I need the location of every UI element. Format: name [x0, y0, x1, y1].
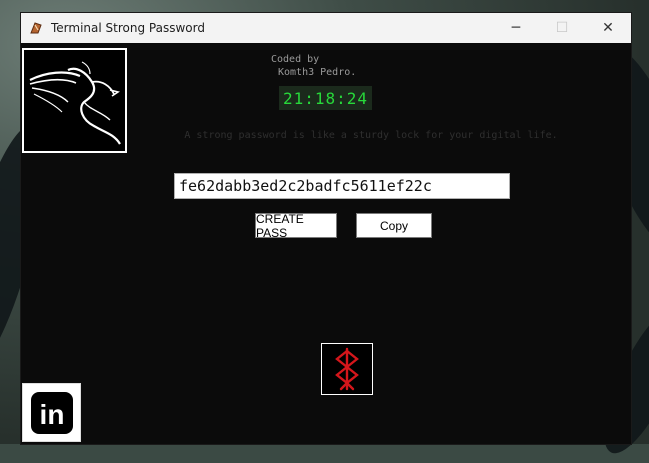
password-field[interactable]	[174, 173, 510, 199]
credits-line-2: Komth3 Pedro.	[278, 67, 357, 78]
brand-of-sacrifice-icon	[321, 343, 373, 395]
app-content: Coded by Komth3 Pedro. 21:18:24 A strong…	[21, 43, 631, 444]
app-icon	[29, 21, 43, 35]
minimize-button[interactable]: ─	[493, 13, 539, 43]
copy-button[interactable]: Copy	[356, 213, 432, 238]
credits: Coded by Komth3 Pedro.	[271, 53, 371, 79]
tagline: A strong password is like a sturdy lock …	[184, 130, 558, 141]
window-title: Terminal Strong Password	[51, 21, 205, 35]
window-controls: ─ ☐ ✕	[493, 13, 631, 43]
title-bar[interactable]: Terminal Strong Password ─ ☐ ✕	[21, 13, 631, 43]
app-window: Terminal Strong Password ─ ☐ ✕ Coded by …	[21, 13, 631, 444]
create-pass-button[interactable]: CREATE PASS	[255, 212, 337, 240]
close-button[interactable]: ✕	[585, 13, 631, 43]
linkedin-text: in	[39, 399, 64, 430]
linkedin-icon[interactable]: in	[22, 383, 81, 442]
clock-display: 21:18:24	[279, 86, 372, 110]
credits-line-1: Coded by	[271, 54, 320, 65]
maximize-button[interactable]: ☐	[539, 13, 585, 43]
